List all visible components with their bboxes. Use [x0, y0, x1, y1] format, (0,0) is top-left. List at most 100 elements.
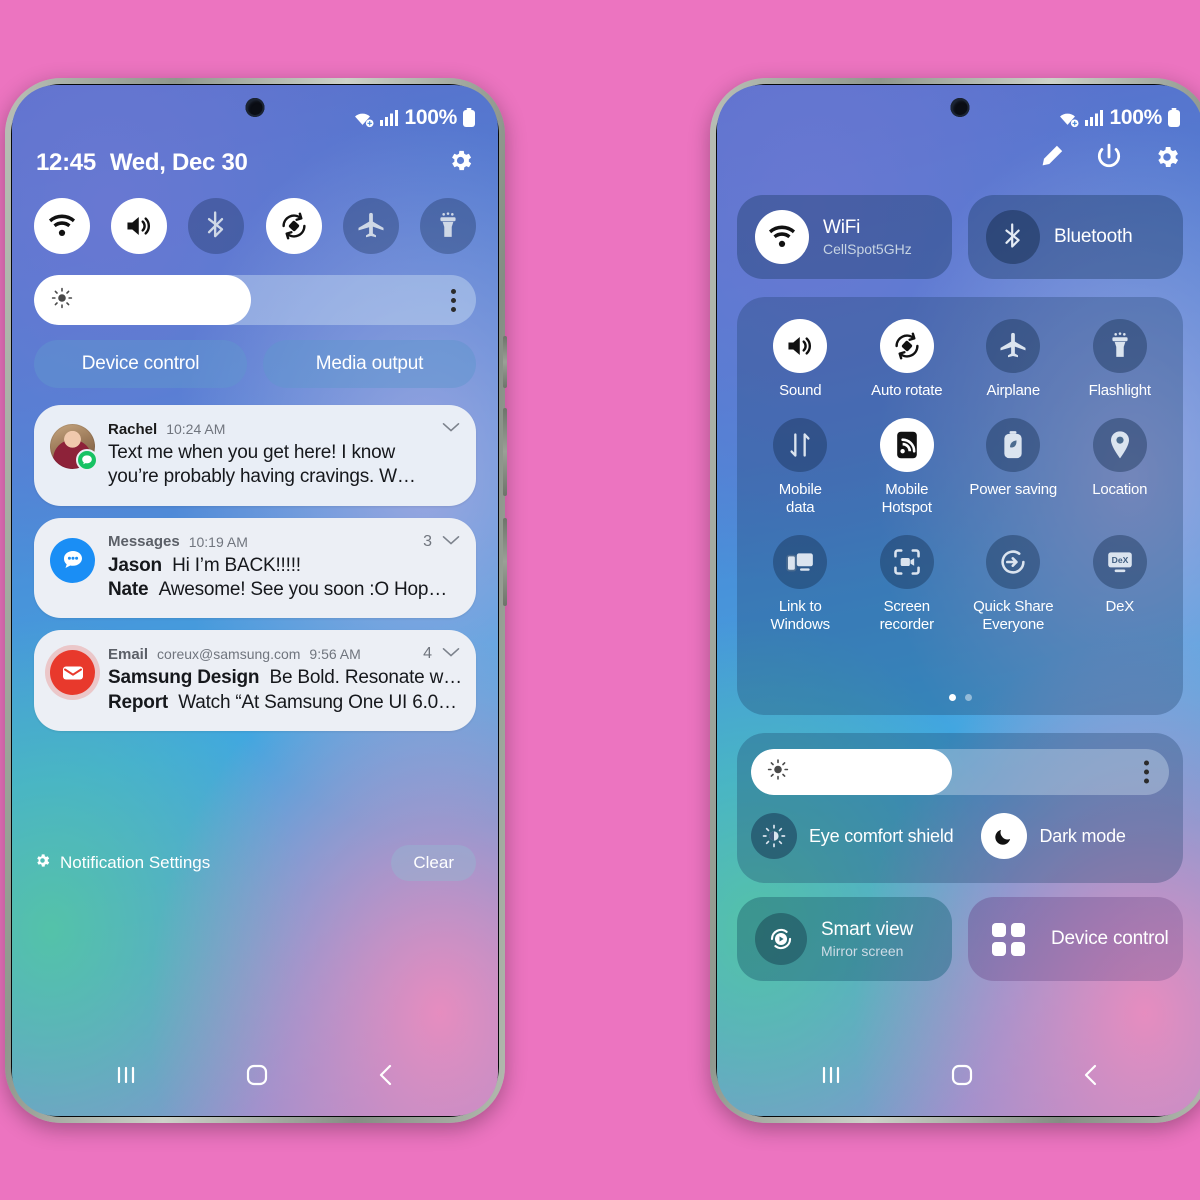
bluetooth-icon — [986, 210, 1040, 264]
back-icon[interactable] — [1080, 1062, 1102, 1093]
display-modes-row: Eye comfort shield Dark mode — [751, 813, 1169, 859]
notification-body: Email coreux@samsung.com 9:56 AM 4 Samsu… — [108, 645, 460, 715]
notification-list: Rachel 10:24 AM Text me when you get her… — [34, 405, 476, 731]
toggle-bluetooth[interactable] — [188, 198, 245, 254]
tile-label: Quick Share Everyone — [973, 598, 1054, 633]
power-icon[interactable] — [1095, 143, 1123, 176]
toggle-auto-rotate[interactable] — [265, 198, 322, 254]
notification-line1: Text me when you get here! I know — [108, 442, 396, 463]
notification-time: 9:56 AM — [309, 646, 361, 663]
tile-flashlight[interactable]: Flashlight — [1067, 319, 1174, 400]
more-options-icon[interactable] — [451, 288, 456, 312]
device-control-pill[interactable]: Device control — [34, 340, 247, 388]
smart-view-title: Smart view — [821, 919, 913, 940]
tile-quick-share[interactable]: Quick Share Everyone — [960, 535, 1067, 634]
tile-label: Screen recorder — [879, 598, 934, 633]
tile-mobile-data[interactable]: Mobile data — [747, 418, 854, 517]
notification-line2: you’re probably having cravings. W… — [108, 466, 416, 488]
wifi-icon — [355, 113, 375, 128]
tile-label: Sound — [779, 382, 822, 399]
device-control-card[interactable]: Device control — [968, 897, 1183, 981]
toggle-flashlight[interactable] — [419, 198, 476, 254]
flashlight-icon — [1092, 319, 1147, 373]
more-options-icon[interactable] — [1144, 760, 1149, 784]
toggle-wifi[interactable] — [34, 198, 90, 254]
tile-label: Airplane — [986, 382, 1041, 399]
pill-label: Media output — [315, 353, 424, 374]
brightness-sun-icon — [51, 287, 73, 314]
edit-pencil-icon[interactable] — [1037, 143, 1065, 176]
smart-view-subtitle: Mirror screen — [821, 943, 904, 959]
notification-email[interactable]: Email coreux@samsung.com 9:56 AM 4 Samsu… — [34, 630, 476, 731]
toggle-sound[interactable] — [111, 198, 168, 254]
tile-mobile-hotspot[interactable]: Mobile Hotspot — [854, 418, 961, 517]
page-dot-active[interactable] — [948, 694, 956, 701]
cellular-signal-icon — [380, 110, 399, 126]
brightness-slider[interactable] — [751, 749, 1169, 795]
left-screen: 100% 12:45 Wed, Dec 30 Device control Me… — [12, 85, 498, 1116]
wifi-icon — [48, 214, 76, 237]
notification-rachel[interactable]: Rachel 10:24 AM Text me when you get her… — [34, 405, 476, 506]
bluetooth-card[interactable]: Bluetooth — [968, 195, 1183, 279]
tile-auto-rotate[interactable]: Auto rotate — [854, 319, 961, 400]
smart-view-card[interactable]: Smart view Mirror screen — [737, 897, 952, 981]
battery-percent: 100% — [1109, 106, 1162, 129]
notification-settings-button[interactable]: Notification Settings — [34, 852, 210, 874]
home-icon[interactable] — [949, 1062, 975, 1093]
recents-icon[interactable] — [113, 1064, 139, 1091]
back-icon[interactable] — [375, 1062, 397, 1093]
auto-rotate-icon — [879, 319, 934, 373]
wifi-card[interactable]: WiFi CellSpot5GHz — [737, 195, 952, 279]
recents-icon[interactable] — [818, 1064, 844, 1091]
tile-sound[interactable]: Sound — [747, 319, 854, 400]
wifi-icon — [755, 210, 809, 264]
tile-label: Auto rotate — [871, 382, 943, 399]
link-to-windows-icon — [773, 535, 828, 589]
bluetooth-icon — [208, 211, 224, 238]
volume-up-button[interactable] — [503, 408, 507, 496]
tile-label: Link to Windows — [770, 598, 831, 633]
side-button-top[interactable] — [503, 336, 507, 388]
tile-screen-recorder[interactable]: Screen recorder — [854, 535, 961, 634]
chevron-down-icon[interactable] — [442, 420, 460, 438]
auto-rotate-icon — [281, 212, 306, 240]
notification-meta-right — [442, 420, 460, 438]
pill-label: Device control — [81, 353, 200, 374]
gear-icon[interactable] — [1153, 143, 1181, 176]
brightness-sun-icon — [767, 759, 789, 786]
location-pin-icon — [1092, 418, 1147, 472]
sound-icon — [773, 319, 828, 373]
notification-text: Hi I’m BACK!!!!! — [172, 554, 301, 576]
wifi-card-text: WiFi CellSpot5GHz — [823, 217, 912, 257]
chevron-down-icon[interactable] — [442, 533, 460, 551]
tile-location[interactable]: Location — [1067, 418, 1174, 517]
tile-label: Mobile Hotspot — [881, 481, 932, 516]
dark-mode-toggle[interactable]: Dark mode — [981, 813, 1126, 859]
tile-grid-container: Sound Auto rotate Airplane Flashlight Mo… — [737, 297, 1183, 715]
brightness-slider[interactable] — [34, 275, 476, 325]
chevron-down-icon[interactable] — [442, 645, 460, 663]
tile-airplane[interactable]: Airplane — [960, 319, 1067, 400]
notification-count: 3 — [423, 532, 432, 550]
toggle-airplane[interactable] — [342, 198, 399, 254]
tile-power-saving[interactable]: Power saving — [960, 418, 1067, 517]
messages-icon — [50, 537, 95, 583]
clear-button[interactable]: Clear — [391, 845, 476, 881]
page-dot[interactable] — [964, 694, 972, 701]
moon-icon — [981, 813, 1028, 859]
tile-link-to-windows[interactable]: Link to Windows — [747, 535, 854, 634]
notification-app: Messages — [108, 533, 180, 551]
media-output-pill[interactable]: Media output — [263, 340, 476, 388]
right-screen: 100% WiFi CellSpot5GHz Bluetooth Sound A… — [717, 85, 1200, 1116]
home-icon[interactable] — [244, 1062, 270, 1093]
tile-label: Flashlight — [1088, 382, 1151, 399]
tile-dex[interactable]: DeX DeX — [1067, 535, 1174, 634]
eye-comfort-shield-toggle[interactable]: Eye comfort shield — [751, 813, 954, 859]
gear-icon[interactable] — [447, 147, 474, 179]
volume-down-button[interactable] — [503, 518, 507, 606]
notification-messages[interactable]: Messages 10:19 AM 3 Jason Hi I’m BACK!!!… — [34, 517, 476, 619]
wifi-card-title: WiFi — [823, 217, 861, 238]
notification-meta-right: 3 — [423, 533, 460, 551]
smart-view-icon — [755, 913, 807, 965]
notification-line1: Samsung Design Be Bold. Resonate w… — [108, 666, 460, 690]
